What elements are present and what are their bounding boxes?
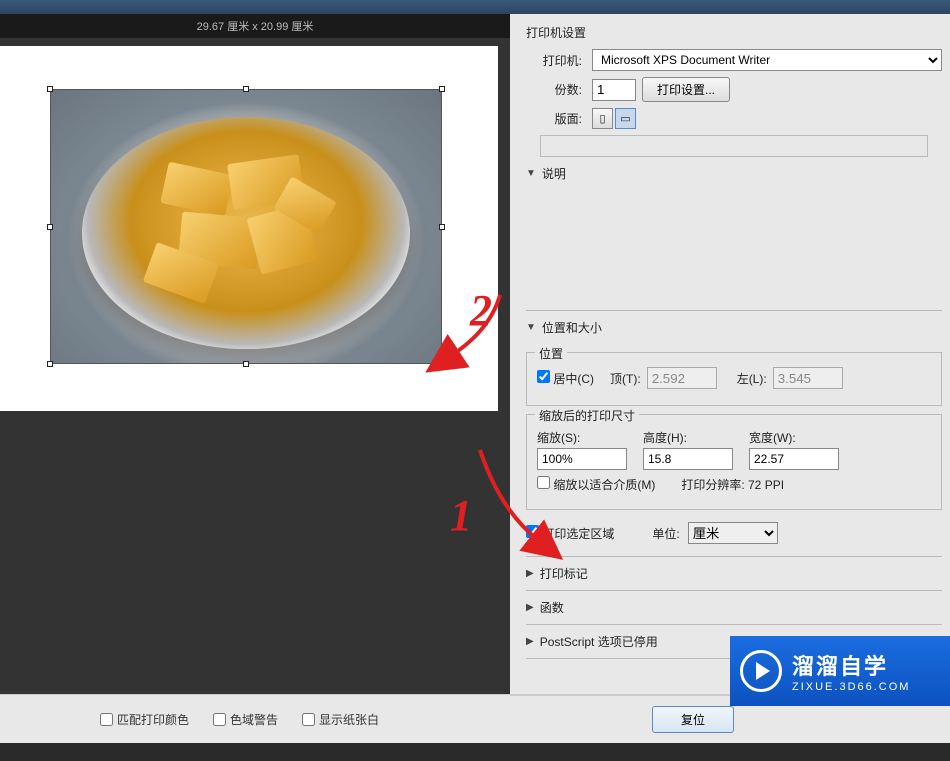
preview-background (0, 411, 510, 671)
print-setup-button[interactable]: 打印设置... (642, 77, 730, 102)
chevron-right-icon (526, 602, 534, 613)
left-input (773, 367, 843, 389)
height-input[interactable] (643, 448, 733, 470)
resize-handle[interactable] (47, 224, 53, 230)
position-fieldset: 位置 居中(C) 顶(T): 左(L): (526, 352, 942, 406)
match-colors-checkbox[interactable] (100, 713, 113, 726)
print-selected-checkbox[interactable] (526, 525, 539, 538)
gamut-warning-checkbox[interactable] (213, 713, 226, 726)
landscape-icon[interactable]: ▭ (615, 108, 636, 129)
scale-label: 缩放(S): (537, 429, 627, 446)
functions-label: 函数 (540, 599, 564, 616)
reset-button[interactable]: 复位 (652, 706, 734, 733)
resize-handle[interactable] (439, 86, 445, 92)
play-icon (740, 650, 782, 692)
scale-input[interactable] (537, 448, 627, 470)
printer-select[interactable]: Microsoft XPS Document Writer (592, 49, 942, 71)
width-label: 宽度(W): (749, 429, 839, 446)
logo-sub-text: ZIXUE.3D66.COM (792, 681, 910, 693)
fit-media-label[interactable]: 缩放以适合介质(M) (537, 476, 655, 493)
resize-handle[interactable] (439, 224, 445, 230)
center-checkbox[interactable] (537, 370, 550, 383)
selection-frame[interactable] (50, 89, 442, 364)
resize-handle[interactable] (47, 361, 53, 367)
copies-label: 份数: (526, 81, 586, 98)
scaled-size-legend: 缩放后的打印尺寸 (535, 407, 639, 424)
annotation-number-1: 1 (450, 490, 472, 541)
left-label: 左(L): (737, 370, 767, 387)
chevron-down-icon (526, 322, 536, 333)
chevron-right-icon (526, 636, 534, 647)
printer-settings-header: 打印机设置 (526, 24, 942, 41)
print-preview-canvas[interactable] (0, 46, 498, 411)
color-management-box[interactable] (540, 135, 928, 157)
preview-image (51, 90, 441, 363)
description-header-row[interactable]: 说明 (526, 157, 942, 190)
gamut-warning-label[interactable]: 色域警告 (213, 711, 278, 728)
logo-main-text: 溜溜自学 (792, 649, 910, 681)
resize-handle[interactable] (439, 361, 445, 367)
fit-media-checkbox[interactable] (537, 476, 550, 489)
print-resolution-label: 打印分辨率: 72 PPI (681, 476, 784, 493)
chevron-right-icon (526, 568, 534, 579)
printer-label: 打印机: (526, 52, 586, 69)
portrait-icon[interactable]: ▯ (592, 108, 613, 129)
annotation-number-2: 2 (470, 285, 492, 336)
layout-label: 版面: (526, 110, 586, 127)
resize-handle[interactable] (47, 86, 53, 92)
chevron-down-icon (526, 168, 536, 179)
postscript-label: PostScript 选项已停用 (540, 633, 658, 650)
watermark-logo: 溜溜自学 ZIXUE.3D66.COM (730, 636, 950, 706)
description-area (526, 190, 942, 310)
copies-input[interactable] (592, 79, 636, 101)
preview-pane: 29.67 厘米 x 20.99 厘米 (0, 14, 510, 694)
window-titlebar (0, 0, 950, 14)
units-label: 单位: (652, 525, 679, 542)
print-marks-row[interactable]: 打印标记 (526, 556, 942, 590)
height-label: 高度(H): (643, 429, 733, 446)
print-marks-label: 打印标记 (540, 565, 588, 582)
position-size-label: 位置和大小 (542, 319, 602, 336)
top-label: 顶(T): (610, 370, 641, 387)
functions-row[interactable]: 函数 (526, 590, 942, 624)
top-input (647, 367, 717, 389)
scaled-size-fieldset: 缩放后的打印尺寸 缩放(S): 高度(H): 宽度(W): 缩放 (526, 414, 942, 510)
position-legend: 位置 (535, 345, 567, 362)
resize-handle[interactable] (243, 86, 249, 92)
match-colors-label[interactable]: 匹配打印颜色 (100, 711, 189, 728)
position-size-header-row[interactable]: 位置和大小 (526, 310, 942, 344)
resize-handle[interactable] (243, 361, 249, 367)
show-paper-white-label[interactable]: 显示纸张白 (302, 711, 379, 728)
print-selected-label[interactable]: 打印选定区域 (526, 525, 614, 542)
center-checkbox-label[interactable]: 居中(C) (537, 370, 594, 387)
status-bar (0, 743, 950, 761)
description-label: 说明 (542, 165, 566, 182)
orientation-group: ▯ ▭ (592, 108, 636, 129)
show-paper-white-checkbox[interactable] (302, 713, 315, 726)
width-input[interactable] (749, 448, 839, 470)
canvas-dimensions-label: 29.67 厘米 x 20.99 厘米 (0, 14, 510, 38)
units-select[interactable]: 厘米 (688, 522, 778, 544)
settings-pane: 打印机设置 打印机: Microsoft XPS Document Writer… (510, 14, 950, 694)
